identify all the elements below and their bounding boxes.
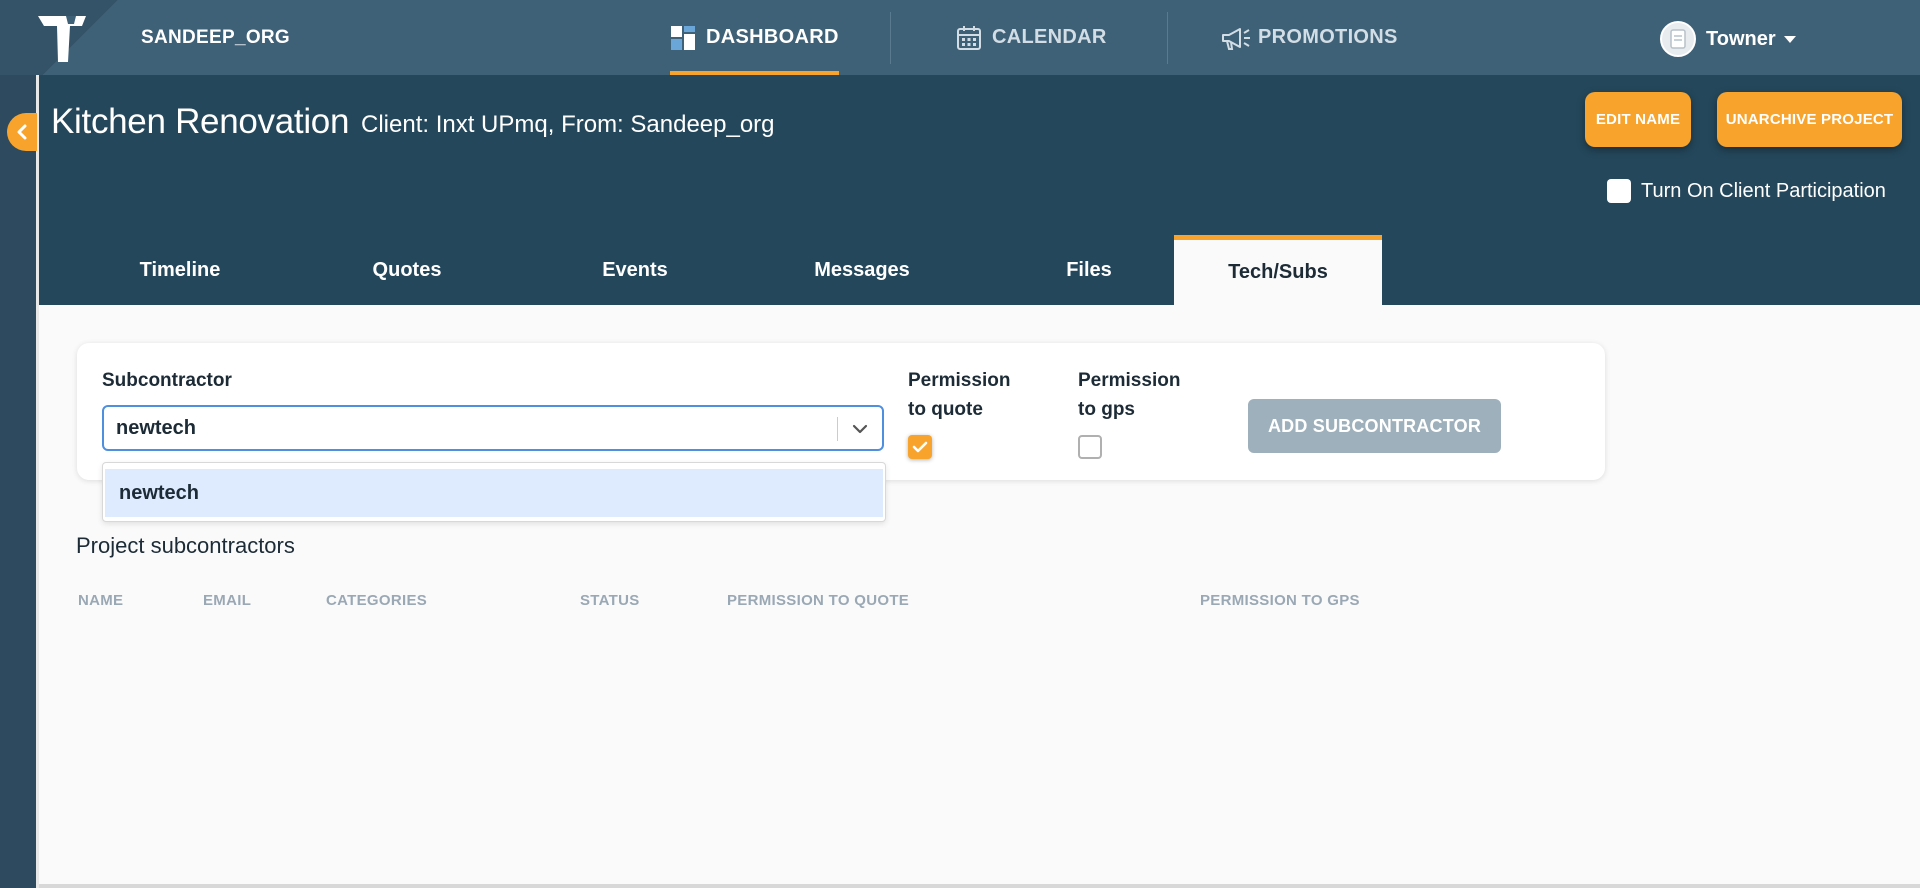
nav-divider (890, 12, 891, 64)
dashboard-icon (671, 25, 695, 50)
project-subcontractors-title: Project subcontractors (76, 533, 295, 558)
tab-quotes[interactable]: Quotes (303, 235, 511, 305)
calendar-icon (957, 25, 981, 50)
megaphone-icon (1222, 27, 1250, 50)
subcontractor-select-value[interactable]: newtech (116, 417, 196, 440)
permission-quote-label-line2: to quote (908, 399, 983, 420)
add-subcontractor-button[interactable]: ADD SUBCONTRACTOR (1248, 399, 1501, 453)
project-header: Kitchen Renovation Client: Inxt UPmq, Fr… (39, 75, 1920, 305)
nav-promotions[interactable]: PROMOTIONS (1220, 0, 1398, 75)
chevron-down-icon (1783, 35, 1796, 43)
client-participation-toggle[interactable]: Turn On Client Participation (1607, 179, 1886, 203)
permission-gps-checkbox[interactable] (1078, 435, 1102, 459)
sidebar-collapsed (0, 75, 38, 888)
column-header-name: NAME (78, 592, 124, 609)
nav-promotions-label: PROMOTIONS (1258, 26, 1398, 48)
nav-dashboard[interactable]: DASHBOARD (670, 0, 839, 75)
subcontractor-label: Subcontractor (102, 370, 232, 391)
tab-tech-subs[interactable]: Tech/Subs (1174, 235, 1382, 305)
permission-gps-label-line1: Permission (1078, 370, 1181, 391)
project-subtitle: Client: Inxt UPmq, From: Sandeep_org (361, 111, 775, 138)
sidebar-toggle-button[interactable] (7, 113, 37, 151)
chevron-left-icon (17, 124, 27, 140)
column-header-permission-to-quote: PERMISSION TO QUOTE (727, 592, 910, 609)
project-tabs: Timeline Quotes Events Messages Files Te… (39, 235, 1920, 305)
column-header-permission-to-gps: PERMISSION TO GPS (1200, 592, 1360, 609)
user-menu[interactable]: Towner (1660, 20, 1796, 58)
top-navbar: SANDEEP_ORG DASHBOARD CALENDAR PROMOTION… (0, 0, 1920, 75)
tab-messages[interactable]: Messages (758, 235, 966, 305)
permission-gps-label-line2: to gps (1078, 399, 1135, 420)
subcontractor-select[interactable]: newtech (102, 405, 884, 451)
tab-files[interactable]: Files (985, 235, 1193, 305)
avatar (1660, 21, 1696, 57)
app-logo-icon[interactable] (36, 14, 88, 64)
subcontractor-dropdown-menu: newtech (102, 462, 886, 522)
org-name[interactable]: SANDEEP_ORG (141, 27, 290, 49)
check-icon (912, 441, 928, 453)
client-participation-checkbox[interactable] (1607, 179, 1631, 203)
add-subcontractor-card: Subcontractor newtech Permission to quot… (77, 343, 1605, 480)
unarchive-project-button[interactable]: UNARCHIVE PROJECT (1717, 92, 1902, 147)
nav-dashboard-label: DASHBOARD (706, 26, 839, 48)
tab-timeline[interactable]: Timeline (76, 235, 284, 305)
permission-quote-checkbox[interactable] (908, 435, 932, 459)
nav-divider (1167, 12, 1168, 64)
page-bottom-divider (39, 884, 1920, 888)
column-header-status: STATUS (580, 592, 640, 609)
tab-events[interactable]: Events (531, 235, 739, 305)
column-header-categories: CATEGORIES (326, 592, 428, 609)
project-title: Kitchen Renovation (51, 102, 350, 141)
user-icon (1670, 29, 1686, 49)
chevron-down-icon[interactable] (850, 419, 870, 439)
edit-name-button[interactable]: EDIT NAME (1585, 92, 1691, 147)
nav-calendar-label: CALENDAR (992, 26, 1107, 48)
client-participation-label: Turn On Client Participation (1641, 179, 1886, 202)
dropdown-option[interactable]: newtech (105, 469, 883, 517)
select-divider (837, 417, 838, 441)
permission-quote-label-line1: Permission (908, 370, 1011, 391)
nav-calendar[interactable]: CALENDAR (956, 0, 1107, 75)
user-name: Towner (1706, 27, 1776, 50)
column-header-email: EMAIL (203, 592, 252, 609)
